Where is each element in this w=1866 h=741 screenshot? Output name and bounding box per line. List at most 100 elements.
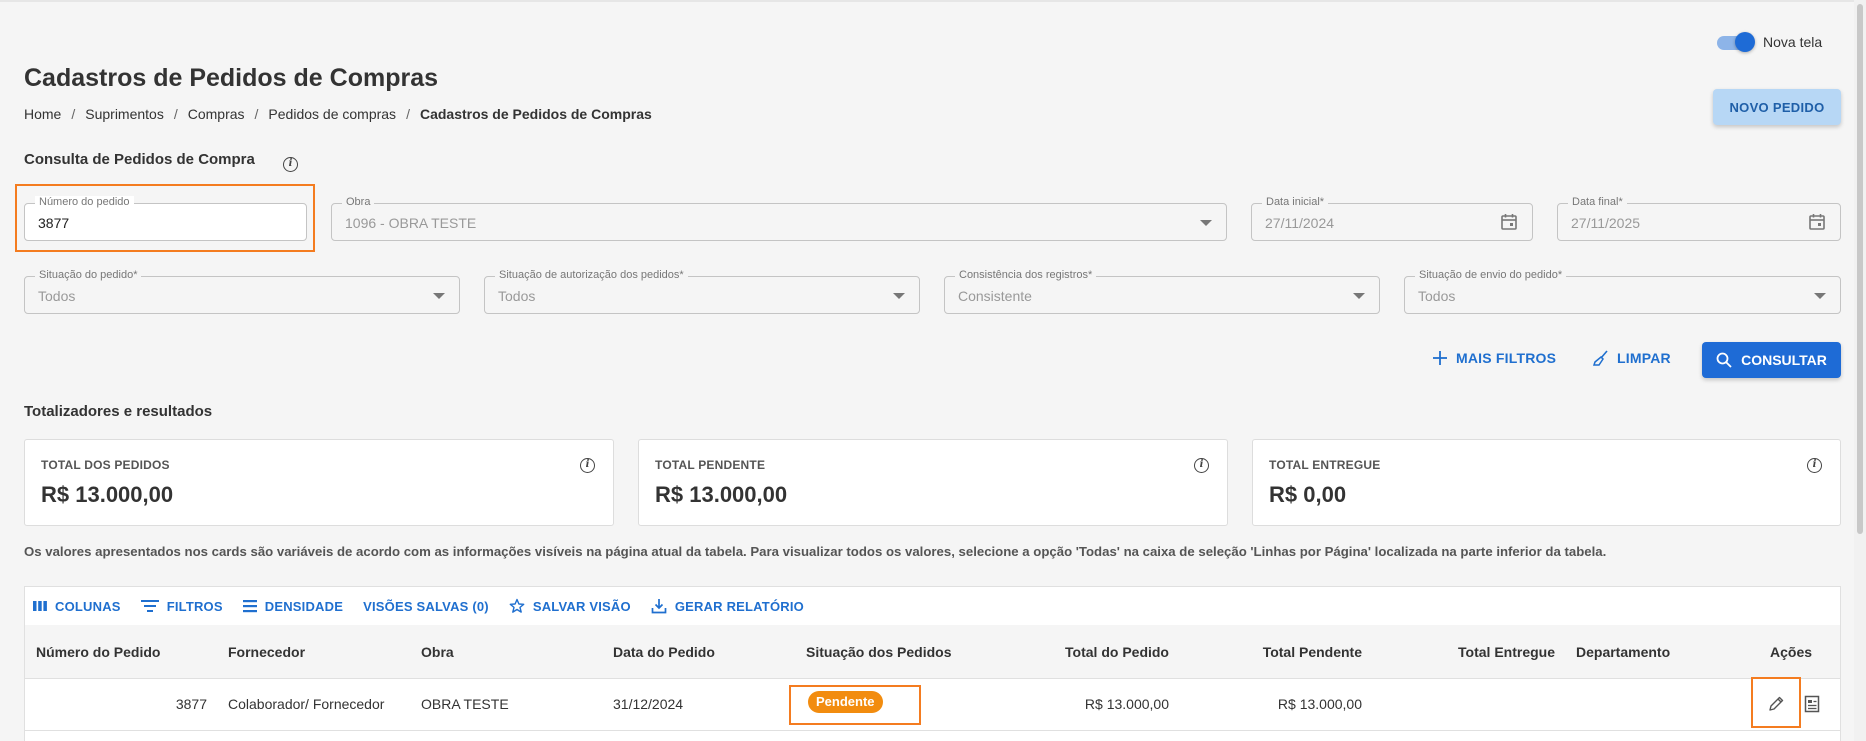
broom-icon bbox=[1593, 350, 1608, 366]
column-header[interactable]: Situação dos Pedidos bbox=[806, 644, 951, 660]
column-header[interactable]: Obra bbox=[421, 644, 454, 660]
cell-pendente: R$ 13.000,00 bbox=[1277, 696, 1362, 712]
consultar-label: CONSULTAR bbox=[1741, 352, 1827, 368]
table-header: Número do Pedido Fornecedor Obra Data do… bbox=[25, 625, 1840, 679]
page-scrollbar[interactable] bbox=[1854, 0, 1866, 741]
card-label: TOTAL ENTREGUE bbox=[1269, 458, 1381, 472]
breadcrumb-separator: / bbox=[173, 106, 178, 122]
nova-tela-toggle[interactable] bbox=[1717, 32, 1755, 52]
table-row[interactable]: 3877 Colaborador/ Fornecedor OBRA TESTE … bbox=[25, 679, 1840, 731]
novo-pedido-button[interactable]: NOVO PEDIDO bbox=[1713, 89, 1841, 125]
data-final-value: 27/11/2025 bbox=[1571, 215, 1641, 231]
column-header[interactable]: Fornecedor bbox=[228, 644, 305, 660]
pedidos-table: COLUNAS FILTROS DENSIDADE VISÕES SALVAS … bbox=[24, 586, 1841, 741]
envio-select[interactable]: Situação de envio do pedido* Todos bbox=[1404, 269, 1841, 314]
table-toolbar: COLUNAS FILTROS DENSIDADE VISÕES SALVAS … bbox=[25, 587, 1840, 625]
densidade-button[interactable]: DENSIDADE bbox=[242, 598, 344, 614]
numero-pedido-field[interactable]: Número do pedido 3877 bbox=[24, 196, 307, 241]
obra-select[interactable]: Obra 1096 - OBRA TESTE bbox=[331, 196, 1227, 241]
column-header: Ações bbox=[1770, 644, 1813, 660]
columns-icon bbox=[33, 601, 47, 611]
card-label: TOTAL DOS PEDIDOS bbox=[41, 458, 170, 472]
data-inicial-label: Data inicial* bbox=[1262, 196, 1329, 208]
report-icon[interactable] bbox=[1804, 695, 1820, 713]
filtros-label: FILTROS bbox=[166, 598, 223, 614]
situacao-pedido-select[interactable]: Situação do pedido* Todos bbox=[24, 269, 460, 314]
obra-value: 1096 - OBRA TESTE bbox=[345, 215, 477, 231]
visoes-salvas-button[interactable]: VISÕES SALVAS (0) bbox=[363, 599, 489, 614]
totalizadores-note: Os valores apresentados nos cards são va… bbox=[24, 544, 1607, 559]
column-header[interactable]: Total do Pedido bbox=[1065, 644, 1169, 660]
column-header[interactable]: Departamento bbox=[1576, 644, 1670, 660]
autorizacao-select[interactable]: Situação de autorização dos pedidos* Tod… bbox=[484, 269, 920, 314]
breadcrumb-suprimentos[interactable]: Suprimentos bbox=[85, 106, 164, 122]
numero-pedido-value: 3877 bbox=[38, 215, 70, 231]
card-total-entregue: TOTAL ENTREGUE R$ 0,00 i bbox=[1252, 439, 1841, 526]
situacao-pedido-value: Todos bbox=[38, 288, 76, 304]
plus-icon bbox=[1433, 351, 1447, 365]
data-final-field[interactable]: Data final* 27/11/2025 bbox=[1557, 196, 1841, 241]
info-icon[interactable]: i bbox=[1807, 458, 1822, 473]
filtros-button[interactable]: FILTROS bbox=[140, 598, 223, 614]
scrollbar-thumb[interactable] bbox=[1857, 4, 1863, 534]
consultar-button[interactable]: CONSULTAR bbox=[1702, 342, 1841, 378]
gerar-relatorio-button[interactable]: GERAR RELATÓRIO bbox=[651, 598, 804, 614]
consulta-title-text: Consulta de Pedidos de Compra bbox=[24, 151, 255, 168]
consistencia-label: Consistência dos registros* bbox=[955, 269, 1097, 281]
toggle-label: Nova tela bbox=[1763, 34, 1823, 50]
chevron-down-icon bbox=[1353, 293, 1365, 299]
breadcrumb-current: Cadastros de Pedidos de Compras bbox=[419, 106, 652, 122]
calendar-icon[interactable] bbox=[1808, 213, 1826, 231]
breadcrumb-home[interactable]: Home bbox=[24, 106, 61, 122]
edit-highlight-box bbox=[1751, 677, 1801, 728]
breadcrumb: Home / Suprimentos / Compras / Pedidos d… bbox=[24, 106, 652, 122]
star-icon bbox=[509, 598, 525, 613]
densidade-label: DENSIDADE bbox=[264, 598, 344, 614]
breadcrumb-separator: / bbox=[254, 106, 259, 122]
envio-value: Todos bbox=[1418, 288, 1456, 304]
breadcrumb-compras[interactable]: Compras bbox=[188, 106, 245, 122]
download-icon bbox=[651, 599, 667, 614]
breadcrumb-pedidos[interactable]: Pedidos de compras bbox=[268, 106, 396, 122]
column-header[interactable]: Número do Pedido bbox=[36, 644, 160, 660]
cell-fornecedor: Colaborador/ Fornecedor bbox=[228, 696, 385, 712]
toggle-knob bbox=[1735, 32, 1755, 52]
gerar-relatorio-label: GERAR RELATÓRIO bbox=[674, 598, 804, 614]
totalizadores-title: Totalizadores e resultados bbox=[24, 403, 213, 420]
situacao-pedido-label: Situação do pedido* bbox=[35, 269, 142, 281]
consistencia-select[interactable]: Consistência dos registros* Consistente bbox=[944, 269, 1380, 314]
top-divider bbox=[0, 0, 1866, 2]
colunas-button[interactable]: COLUNAS bbox=[33, 599, 121, 614]
limpar-button[interactable]: LIMPAR bbox=[1593, 350, 1671, 366]
cell-numero: 3877 bbox=[175, 696, 207, 712]
nova-tela-toggle-group: Nova tela bbox=[1717, 32, 1823, 52]
data-inicial-field[interactable]: Data inicial* 27/11/2024 bbox=[1251, 196, 1533, 241]
card-value: R$ 13.000,00 bbox=[655, 482, 788, 507]
envio-label: Situação de envio do pedido* bbox=[1415, 269, 1567, 281]
numero-pedido-label: Número do pedido bbox=[35, 196, 134, 208]
column-header[interactable]: Data do Pedido bbox=[613, 644, 715, 660]
density-icon bbox=[242, 600, 257, 613]
card-value: R$ 0,00 bbox=[1269, 482, 1347, 507]
consistencia-value: Consistente bbox=[958, 288, 1032, 304]
colunas-label: COLUNAS bbox=[55, 598, 121, 614]
card-total-pendente: TOTAL PENDENTE R$ 13.000,00 i bbox=[638, 439, 1228, 526]
calendar-icon[interactable] bbox=[1500, 213, 1518, 231]
visoes-salvas-label: VISÕES SALVAS (0) bbox=[363, 598, 489, 614]
limpar-label: LIMPAR bbox=[1617, 350, 1671, 366]
data-final-label: Data final* bbox=[1568, 196, 1627, 208]
column-header[interactable]: Total Entregue bbox=[1458, 644, 1555, 660]
chevron-down-icon bbox=[893, 293, 905, 299]
info-icon[interactable]: i bbox=[283, 157, 299, 172]
column-header[interactable]: Total Pendente bbox=[1263, 644, 1362, 660]
chevron-down-icon bbox=[433, 293, 445, 299]
salvar-visao-button[interactable]: SALVAR VISÃO bbox=[509, 598, 631, 614]
page-title: Cadastros de Pedidos de Compras bbox=[24, 64, 439, 92]
consulta-title: Consulta de Pedidos de Compra i bbox=[24, 151, 299, 172]
mais-filtros-label: MAIS FILTROS bbox=[1456, 350, 1557, 366]
card-value: R$ 13.000,00 bbox=[41, 482, 174, 507]
info-icon[interactable]: i bbox=[580, 458, 595, 473]
chevron-down-icon bbox=[1200, 220, 1212, 226]
info-icon[interactable]: i bbox=[1194, 458, 1209, 473]
mais-filtros-button[interactable]: MAIS FILTROS bbox=[1432, 350, 1556, 366]
